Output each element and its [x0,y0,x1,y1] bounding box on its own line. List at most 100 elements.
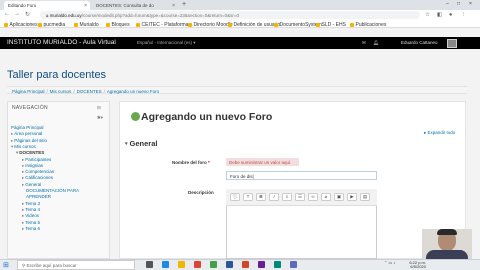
close-tab-icon[interactable]: × [84,3,87,9]
sidebar-item[interactable]: ▸Competencias [22,169,54,175]
sidebar-item[interactable]: ▸Tema 5 [22,220,40,226]
profile-icon[interactable]: ● [449,12,452,18]
sidebar-item[interactable]: ▸Tema 3 [22,201,40,207]
link-icon[interactable]: ∞ [308,193,318,201]
bookmark-apps[interactable]: Aplicaciones [4,22,38,28]
bookmark-icon [188,22,192,27]
dock-icon[interactable]: ⊟ [97,105,101,111]
expand-all-label: Expandir todo [427,130,456,135]
extension-icon[interactable]: ◧ [437,12,442,18]
bookmark-label: CEITEC - Plataforma... [141,22,193,28]
sidebar-item[interactable]: ▸Páginas del sitio [11,138,47,144]
notifications-icon[interactable]: 🔔︎ [373,40,379,46]
bookmark-item[interactable]: Publicaciones [350,22,386,28]
windows-start-icon[interactable]: ⊞ [3,261,9,269]
sidebar-item[interactable]: Página Principal [11,125,44,130]
info-icon[interactable]: ⓘ [230,193,240,201]
sidebar-item[interactable]: ▸Calificaciones [22,175,53,181]
browser-tab-inactive[interactable]: DOCENTES: Consulta de documen... × [92,1,178,10]
navigation-heading: NAVEGACIÓN [12,105,48,111]
menu-icon[interactable]: ⋮ [461,12,467,18]
image-icon[interactable]: ▣ [334,193,344,201]
breadcrumb-item[interactable]: Mis cursos [50,89,72,94]
site-brand[interactable]: INSTITUTO MURIALDO - Aula Virtual [7,39,116,46]
bookmark-item[interactable]: Bloques [106,22,130,28]
url-bar[interactable]: 🔒︎ murialdo.edu.uy/course/modedit.php?ad… [40,11,420,19]
app-icon[interactable] [290,261,297,268]
edge-icon[interactable] [162,261,169,268]
bookmark-item[interactable]: Definición de usuario [228,22,280,28]
sidebar-item-label: DOCUMENTACIÓN PARA [26,188,80,193]
forward-icon[interactable]: → [14,11,20,17]
collapse-triangle-icon: ▾ [125,141,128,147]
bookmark-item[interactable]: DocumentoSystem [274,22,322,28]
close-window-icon[interactable]: × [469,1,472,7]
star-icon[interactable]: ☆ [425,12,430,18]
new-tab-icon[interactable]: + [182,1,186,8]
maximize-icon[interactable]: □ [457,1,460,7]
sidebar-item-label: Mis cursos [14,143,36,149]
powerpoint-icon[interactable] [242,261,249,268]
breadcrumb-item[interactable]: Página Principal [12,89,45,94]
avatar[interactable] [447,38,457,48]
bookmark-item[interactable]: pucmedia [38,22,65,28]
file-icon[interactable]: ▤ [360,193,370,201]
chrome-icon[interactable] [194,261,201,268]
sidebar-item[interactable]: ▸General [22,182,41,188]
user-name[interactable]: Eduardo Cattaneo [401,40,438,45]
word-icon[interactable] [226,261,233,268]
back-icon[interactable]: ← [4,11,10,17]
font-size-icon[interactable]: T [243,193,253,201]
sidebar-item-label: Página Principal [11,125,44,130]
reload-icon[interactable]: ↻ [25,11,30,18]
sidebar-item[interactable]: DOCUMENTACIÓN PARA [26,188,79,193]
bold-icon[interactable]: B [256,193,266,201]
breadcrumb-item[interactable]: DOCENTES [77,89,102,94]
media-icon[interactable]: ▶ [347,193,357,201]
minimize-icon[interactable]: – [446,1,449,7]
file-explorer-icon[interactable] [178,261,185,268]
bookmark-label: Aplicaciones [9,22,38,28]
sidebar-item[interactable]: ▾Mis cursos [11,144,36,150]
breadcrumb-separator: / [73,88,75,94]
sidebar-item[interactable]: ▸Tema 4 [22,207,40,213]
numbered-list-icon[interactable]: ☰ [295,193,305,201]
task-view-icon[interactable] [146,261,153,268]
unlink-icon[interactable]: ⌀ [321,193,331,201]
collapse-arrow-icon: ▸ [11,131,14,137]
bookmark-item[interactable]: Murialdo [74,22,99,28]
text-cursor-icon: | [252,173,254,179]
bookmark-item[interactable]: Directorio Moodle [188,22,233,28]
sidebar-item[interactable]: ▸Área personal [11,131,42,137]
section-general[interactable]: ▾ General [125,139,157,148]
bookmark-item[interactable]: CEITEC - Plataforma... [136,22,193,28]
bullet-list-icon[interactable]: ≡ [282,193,292,201]
close-tab-icon[interactable]: × [172,3,175,9]
taskbar-clock[interactable]: 6:22 p.m. 6/5/2020 [400,260,426,270]
sidebar-item[interactable]: ▸Participantes [22,157,51,163]
bookmark-icon [106,22,110,27]
taskbar-search[interactable]: ⚲ Escribe aquí para buscar [17,260,135,270]
sidebar-item-label: Tema 6 [25,225,41,231]
messages-icon[interactable]: ✉ [362,40,366,46]
app-icon[interactable] [274,261,281,268]
breadcrumb-item[interactable]: Agregando un nuevo Foro [107,89,159,94]
gear-icon[interactable]: ✱▾ [97,115,103,121]
url-host: murialdo.edu.uy [49,12,82,18]
tray-icons[interactable]: ⌃ ▭ ♪ [384,260,395,266]
sidebar-item[interactable]: ▾DOCENTES [16,150,44,156]
sidebar-item-label: General [25,181,42,187]
bookmark-item[interactable]: SLD - EHS [316,22,346,28]
browser-tab-active[interactable]: Editando Foro × [4,1,90,10]
app-icon[interactable] [258,261,265,268]
sidebar-item[interactable]: APRENDER [26,194,51,199]
forum-name-input[interactable]: Foro de dis| [226,171,377,180]
italic-icon[interactable]: I [269,193,279,201]
language-menu[interactable]: Español - Internacional (es) ▾ [137,40,196,46]
sidebar-item[interactable]: ▸Videos [22,213,39,219]
expand-all-link[interactable]: ▸ Expandir todo [424,130,455,136]
sidebar-item[interactable]: ▸Tema 6 [22,226,40,232]
bookmark-icon [136,22,140,27]
sidebar-item[interactable]: ▸Insignias [22,163,43,169]
excel-icon[interactable] [210,261,217,268]
